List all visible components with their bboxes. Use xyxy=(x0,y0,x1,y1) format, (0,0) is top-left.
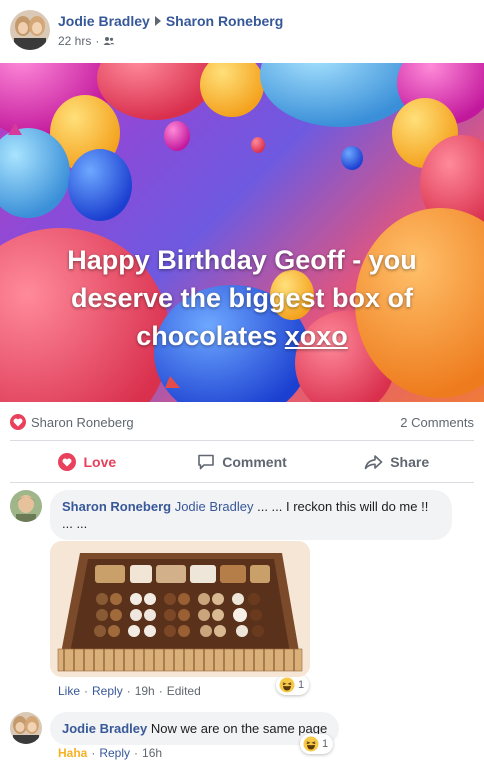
action-bar: Love Comment Share xyxy=(10,446,474,478)
share-icon xyxy=(364,455,383,470)
comment-time[interactable]: 16h xyxy=(142,746,162,760)
post-header: Jodie Bradley Sharon Roneberg 22 hrs · xyxy=(10,10,283,54)
birthday-post-image[interactable]: Happy Birthday Geoff - you deserve the b… xyxy=(0,63,484,402)
comment-reaction-count[interactable]: 1 xyxy=(276,675,310,695)
comment-reaction-count[interactable]: 1 xyxy=(300,734,334,754)
comment-meta: Haha · Reply · 16h xyxy=(58,746,163,760)
comment-text: Now we are on the same page xyxy=(150,721,328,736)
comment-bubble: Sharon Roneberg Jodie Bradley ... ... I … xyxy=(50,490,452,540)
chocolate-box-image xyxy=(50,541,310,677)
haha-icon xyxy=(303,736,319,752)
comment-button-label: Comment xyxy=(222,454,287,470)
comment-bubble: Jodie Bradley Now we are on the same pag… xyxy=(50,712,340,745)
reactions-summary: Sharon Roneberg 2 Comments xyxy=(10,410,474,434)
comment-time[interactable]: 19h xyxy=(135,684,155,698)
reaction-count-text: 1 xyxy=(322,738,329,750)
friends-icon xyxy=(103,37,115,45)
divider xyxy=(10,440,474,441)
reaction-count-text: 1 xyxy=(298,679,305,691)
edited-label[interactable]: Edited xyxy=(167,684,201,698)
divider xyxy=(10,482,474,483)
post-recipient[interactable]: Sharon Roneberg xyxy=(166,13,283,29)
haha-reaction-link[interactable]: Haha xyxy=(58,746,87,760)
birthday-message: Happy Birthday Geoff - you deserve the b… xyxy=(30,241,454,355)
comment-author[interactable]: Sharon Roneberg xyxy=(62,499,171,514)
love-button[interactable]: Love xyxy=(10,446,165,478)
share-button[interactable]: Share xyxy=(319,446,474,478)
birthday-message-link[interactable]: xoxo xyxy=(285,321,348,351)
post-time[interactable]: 22 hrs xyxy=(58,34,91,48)
commenter-avatar[interactable] xyxy=(10,490,42,522)
comment-item: Jodie Bradley Now we are on the same pag… xyxy=(10,712,474,764)
post-author[interactable]: Jodie Bradley xyxy=(58,13,150,29)
haha-icon xyxy=(279,677,295,693)
tagged-user[interactable]: Jodie Bradley xyxy=(175,499,254,514)
comment-meta: Like · Reply · 19h · Edited xyxy=(58,684,201,698)
reactor-name[interactable]: Sharon Roneberg xyxy=(31,415,134,430)
author-avatar[interactable] xyxy=(10,10,50,50)
birthday-message-text: Happy Birthday Geoff - you deserve the b… xyxy=(67,245,417,351)
love-button-label: Love xyxy=(83,454,117,470)
reply-link[interactable]: Reply xyxy=(92,684,123,698)
comments-count[interactable]: 2 Comments xyxy=(400,415,474,430)
post-card: Jodie Bradley Sharon Roneberg 22 hrs · H… xyxy=(0,0,484,768)
comment-icon xyxy=(198,454,215,470)
love-icon xyxy=(58,453,77,471)
arrow-right-icon xyxy=(154,16,161,26)
comment-author[interactable]: Jodie Bradley xyxy=(62,721,147,736)
comment-button[interactable]: Comment xyxy=(165,446,320,478)
share-button-label: Share xyxy=(390,454,430,470)
reply-link[interactable]: Reply xyxy=(99,746,130,760)
commenter-avatar[interactable] xyxy=(10,712,42,744)
love-icon xyxy=(10,414,26,430)
like-link[interactable]: Like xyxy=(58,684,80,698)
comment-photo-chocolates[interactable] xyxy=(50,541,310,677)
